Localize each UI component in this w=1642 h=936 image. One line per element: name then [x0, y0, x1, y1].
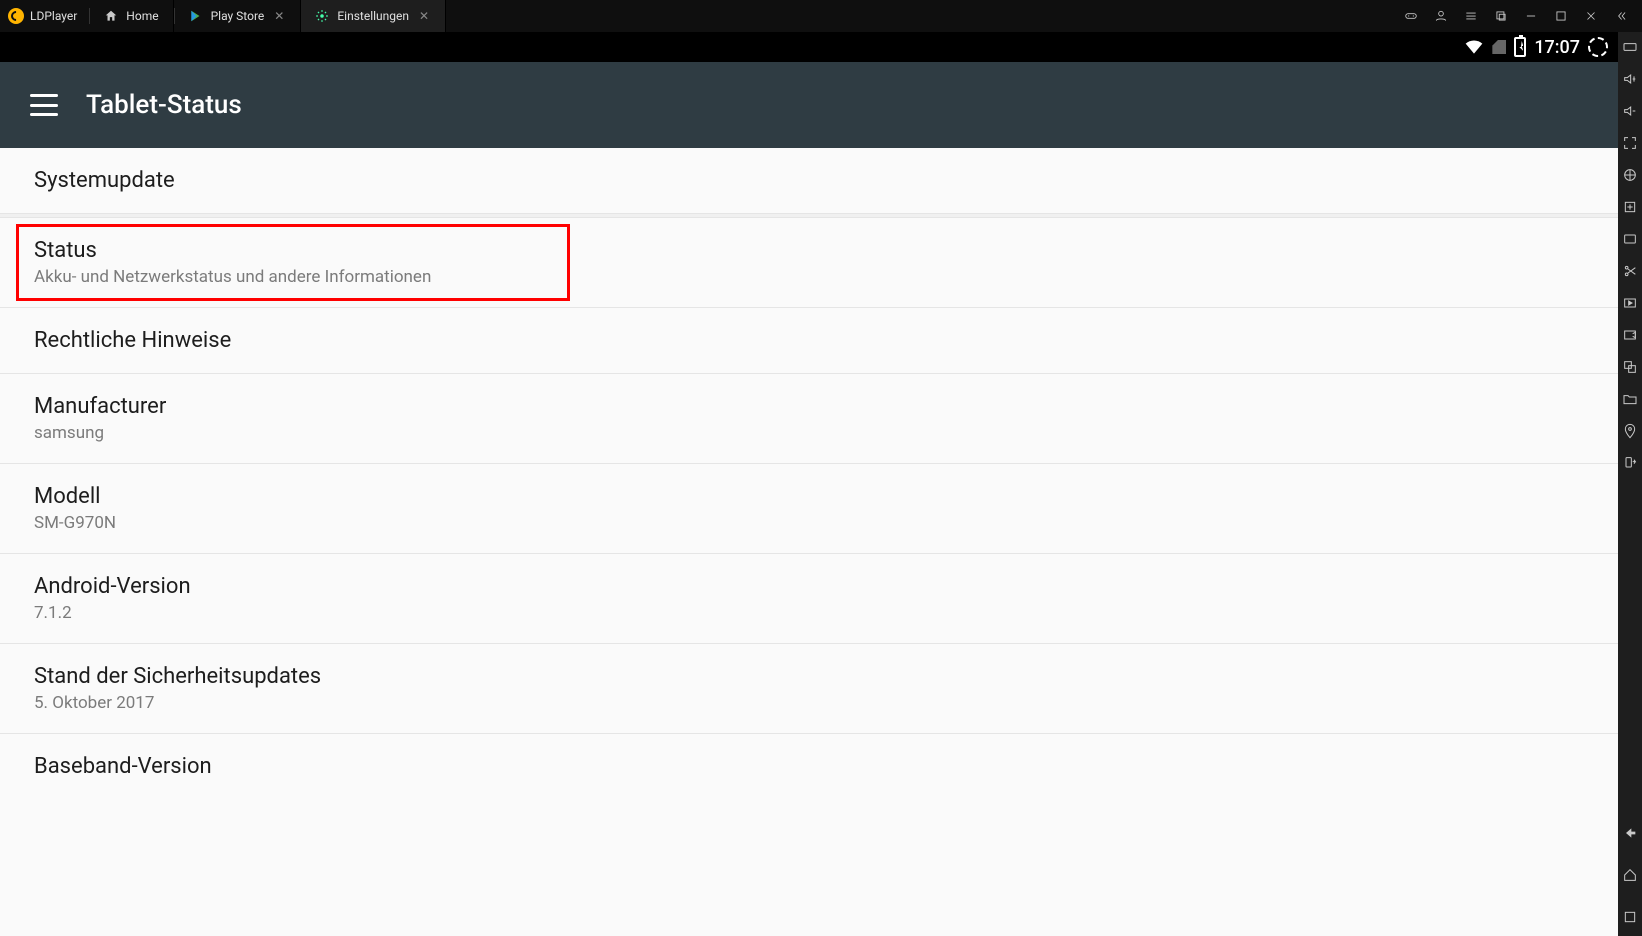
row-sicherheitsupdates[interactable]: Stand der Sicherheitsupdates 5. Oktober … — [0, 644, 1618, 734]
close-window-icon[interactable] — [1582, 7, 1600, 25]
row-title: Modell — [34, 484, 1584, 509]
ldplayer-right-toolbar — [1618, 32, 1642, 936]
apk-icon[interactable] — [1621, 230, 1639, 248]
no-sim-icon — [1492, 40, 1506, 54]
volume-up-icon[interactable] — [1621, 70, 1639, 88]
location-icon[interactable] — [1621, 422, 1639, 440]
row-subtitle: 5. Oktober 2017 — [34, 693, 1584, 713]
ldplayer-brand-label: LDPlayer — [30, 9, 77, 23]
sync-icon — [1588, 37, 1608, 57]
ldplayer-logo-icon — [8, 8, 24, 24]
gamepad-icon[interactable] — [1402, 7, 1420, 25]
page-title: Tablet-Status — [86, 90, 242, 120]
record-icon[interactable] — [1621, 294, 1639, 312]
collapse-icon[interactable] — [1612, 7, 1630, 25]
volume-down-icon[interactable] — [1621, 102, 1639, 120]
close-icon[interactable]: ✕ — [417, 9, 431, 23]
wifi-icon — [1464, 37, 1484, 57]
settings-appbar: Tablet-Status — [0, 62, 1618, 148]
minimize-icon[interactable] — [1522, 7, 1540, 25]
window-controls — [1390, 7, 1642, 25]
install-apk-icon[interactable] — [1621, 198, 1639, 216]
row-subtitle: 7.1.2 — [34, 603, 1584, 623]
back-button[interactable] — [1621, 824, 1639, 842]
row-title: Baseband-Version — [34, 754, 1584, 779]
tab-einstellungen[interactable]: Einstellungen ✕ — [301, 0, 446, 32]
scissors-icon[interactable] — [1621, 262, 1639, 280]
close-icon[interactable]: ✕ — [272, 9, 286, 23]
status-time: 17:07 — [1534, 37, 1580, 58]
row-android-version[interactable]: Android-Version 7.1.2 — [0, 554, 1618, 644]
battery-charging-icon — [1514, 37, 1526, 57]
hamburger-menu-icon[interactable] — [30, 94, 58, 116]
row-manufacturer[interactable]: Manufacturer samsung — [0, 374, 1618, 464]
play-store-icon — [189, 9, 203, 23]
screenshot-icon[interactable] — [1621, 326, 1639, 344]
shared-folder-icon[interactable] — [1621, 390, 1639, 408]
multi-instance-icon[interactable] — [1621, 358, 1639, 376]
fullscreen-icon[interactable] — [1621, 134, 1639, 152]
recents-button[interactable] — [1621, 908, 1639, 926]
settings-gear-icon — [315, 9, 329, 23]
row-title: Rechtliche Hinweise — [34, 328, 1584, 353]
row-subtitle: SM-G970N — [34, 513, 1584, 533]
home-icon — [104, 9, 118, 23]
menu-lines-icon[interactable] — [1462, 7, 1480, 25]
row-status[interactable]: Status Akku- und Netzwerkstatus und ande… — [0, 218, 1618, 308]
maximize-icon[interactable] — [1552, 7, 1570, 25]
tab-label: Einstellungen — [337, 9, 409, 23]
row-title: Stand der Sicherheitsupdates — [34, 664, 1584, 689]
tab-home[interactable]: Home — [90, 0, 173, 32]
keyboard-icon[interactable] — [1621, 38, 1639, 56]
ldplayer-brand: LDPlayer — [0, 0, 89, 32]
row-subtitle: Akku- und Netzwerkstatus und andere Info… — [34, 267, 1584, 287]
row-rechtliche-hinweise[interactable]: Rechtliche Hinweise — [0, 308, 1618, 374]
keymap-icon[interactable] — [1621, 166, 1639, 184]
row-title: Systemupdate — [34, 168, 1584, 193]
android-status-bar: 17:07 — [0, 32, 1618, 62]
row-modell[interactable]: Modell SM-G970N — [0, 464, 1618, 554]
tab-play-store[interactable]: Play Store ✕ — [175, 0, 302, 32]
tab-label: Play Store — [211, 9, 265, 23]
row-baseband-version[interactable]: Baseband-Version — [0, 734, 1618, 799]
ldplayer-tabbar: LDPlayer Home Play Store ✕ Einstellungen… — [0, 0, 1642, 32]
settings-list: Systemupdate Status Akku- und Netzwerkst… — [0, 148, 1618, 936]
row-title: Status — [34, 238, 1584, 263]
home-button[interactable] — [1621, 866, 1639, 884]
multi-window-icon[interactable] — [1492, 7, 1510, 25]
tab-label: Home — [126, 9, 158, 23]
android-nav-bar — [1618, 824, 1642, 936]
row-title: Android-Version — [34, 574, 1584, 599]
row-systemupdate[interactable]: Systemupdate — [0, 148, 1618, 214]
row-title: Manufacturer — [34, 394, 1584, 419]
rotate-icon[interactable] — [1621, 454, 1639, 472]
user-icon[interactable] — [1432, 7, 1450, 25]
row-subtitle: samsung — [34, 423, 1584, 443]
